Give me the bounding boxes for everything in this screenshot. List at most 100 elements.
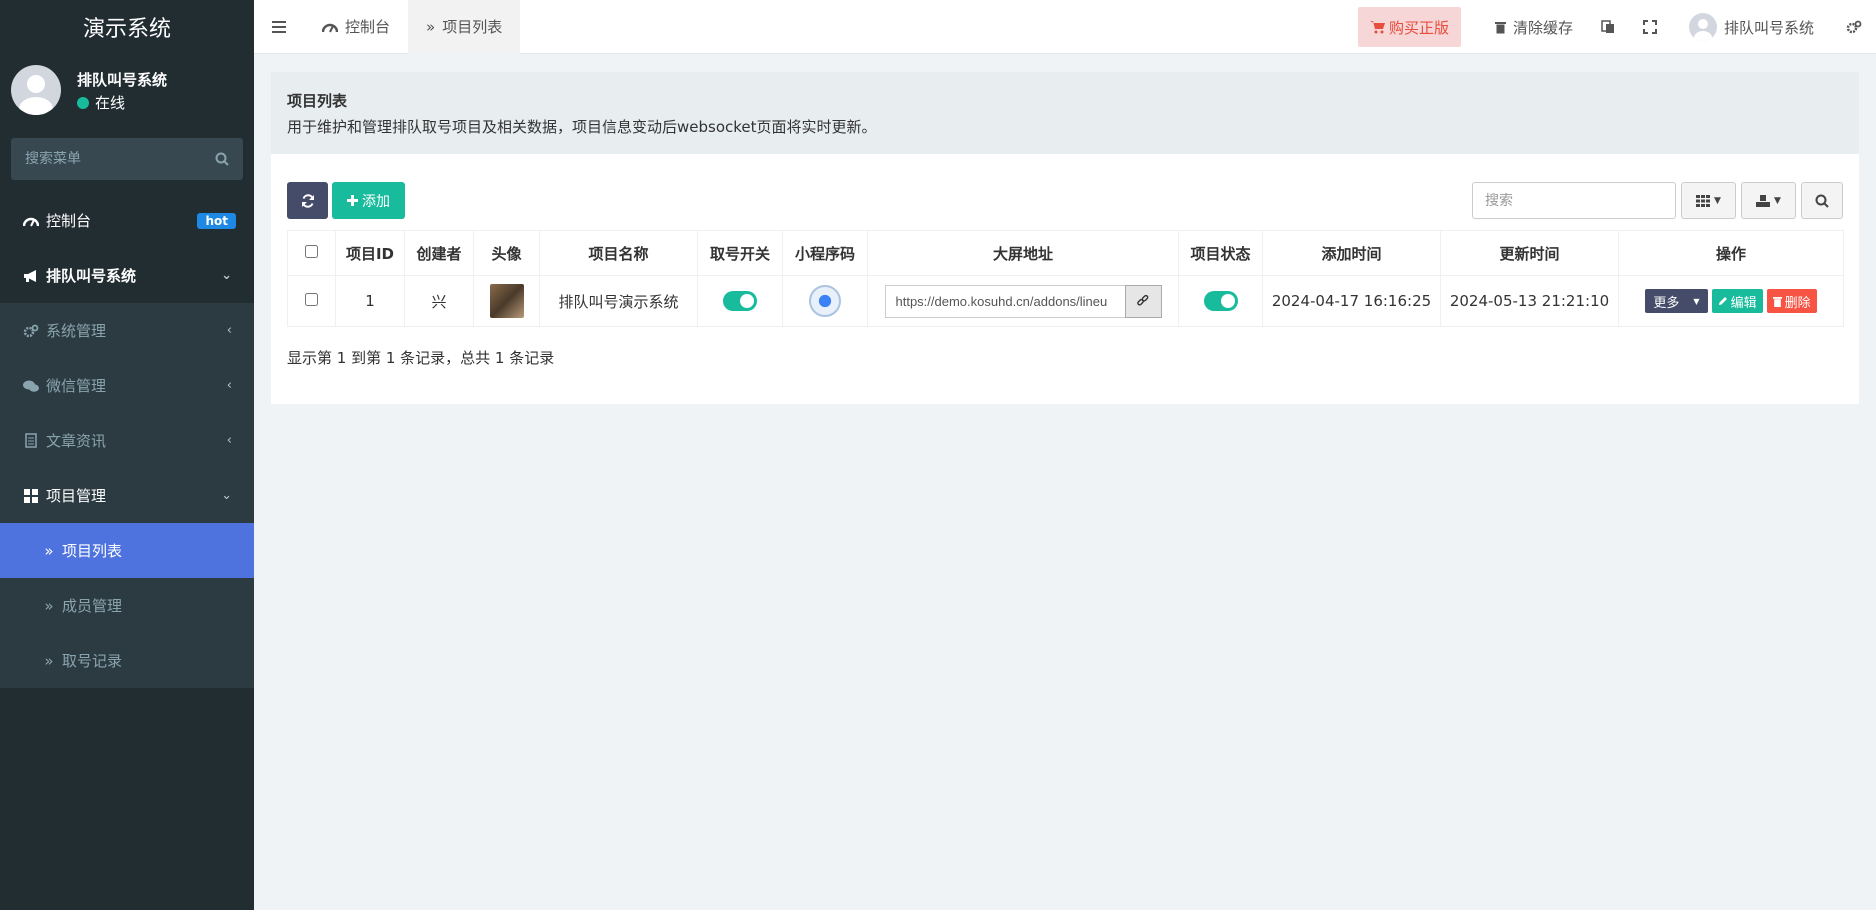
export-button[interactable]: ▼	[1741, 182, 1796, 219]
table-search-input[interactable]	[1472, 182, 1676, 219]
row-checkbox[interactable]	[305, 293, 318, 306]
sidebar-item-dashboard[interactable]: 控制台 hot	[0, 193, 254, 248]
column-header: 操作	[1618, 230, 1844, 276]
double-angle-right-icon: »	[44, 541, 54, 560]
sidebar-item-queue-system[interactable]: 排队叫号系统 ⌄	[0, 248, 254, 303]
column-header[interactable]: 创建者	[404, 230, 474, 276]
column-header[interactable]: 头像	[473, 230, 540, 276]
double-angle-right-icon: »	[426, 17, 436, 36]
page-title: 项目列表	[287, 92, 348, 110]
clear-cache-button[interactable]: 清除缓存	[1481, 0, 1587, 54]
column-header[interactable]: 小程序码	[782, 230, 868, 276]
project-name: 排队叫号演示系统	[539, 275, 698, 327]
delete-label: 删除	[1784, 295, 1811, 311]
sidebar-item-project-list[interactable]: » 项目列表	[0, 523, 254, 578]
table-row: 1 兴 排队叫号演示系统 https://demo.kosuhd.cn/addo…	[287, 275, 1844, 327]
delete-button[interactable]: 删除	[1766, 289, 1817, 313]
app-logo[interactable]: 演示系统	[0, 0, 254, 54]
comments-icon	[20, 379, 42, 393]
sidebar-item-label: 取号记录	[62, 652, 123, 670]
dashboard-icon	[20, 214, 42, 228]
sidebar-item-members[interactable]: » 成员管理	[0, 578, 254, 633]
tab-dashboard[interactable]: 控制台	[304, 0, 408, 54]
topbar-right: 购买正版 清除缓存 排队叫号系统	[1357, 0, 1876, 54]
advanced-search-button[interactable]	[1801, 182, 1843, 219]
shopping-cart-icon	[1369, 20, 1385, 34]
ticket-switch-cell	[697, 275, 783, 327]
sidebar-item-label: 控制台	[46, 212, 92, 230]
tab-label: 控制台	[345, 18, 391, 36]
chevron-down-icon: ⌄	[221, 268, 232, 283]
column-header[interactable]: 取号开关	[697, 230, 783, 276]
sidebar-item-label: 文章资讯	[46, 432, 107, 450]
sidebar-item-wechat[interactable]: 微信管理 ‹	[0, 358, 254, 413]
project-status-toggle[interactable]	[1203, 291, 1238, 311]
sidebar-item-label: 成员管理	[62, 597, 123, 615]
trash-icon	[1772, 296, 1782, 307]
user-status-label: 在线	[95, 94, 126, 112]
column-header[interactable]: 添加时间	[1262, 230, 1441, 276]
creator: 兴	[404, 275, 474, 327]
settings-button[interactable]	[1832, 0, 1876, 54]
user-menu-label: 排队叫号系统	[1723, 18, 1814, 37]
chevron-left-icon: ‹	[226, 323, 232, 338]
tab-project-list[interactable]: » 项目列表	[408, 0, 521, 54]
menu-toggle-button[interactable]	[254, 0, 304, 54]
fullscreen-button[interactable]	[1629, 0, 1671, 54]
refresh-button[interactable]	[287, 182, 328, 219]
caret-down-icon: ▼	[1714, 195, 1721, 206]
edit-button[interactable]: 编辑	[1711, 289, 1763, 313]
sidebar-item-label: 系统管理	[46, 322, 107, 340]
update-time: 2024-05-13 21:21:10	[1440, 275, 1619, 327]
select-all-checkbox[interactable]	[305, 245, 318, 258]
main-content: 项目列表 用于维护和管理排队取号项目及相关数据，项目信息变动后websocket…	[271, 72, 1859, 404]
search-icon[interactable]	[215, 152, 229, 166]
language-icon	[1601, 20, 1615, 34]
sidebar-item-articles[interactable]: 文章资讯 ‹	[0, 413, 254, 468]
row-actions: 更多 ▼ 编辑 删除	[1645, 289, 1817, 313]
double-angle-right-icon: »	[44, 651, 54, 670]
miniprogram-qr-image[interactable]	[809, 285, 841, 317]
more-label: 更多	[1653, 295, 1680, 311]
open-link-button[interactable]	[1124, 284, 1162, 318]
sidebar-search[interactable]	[11, 138, 243, 180]
ticket-switch-toggle[interactable]	[723, 291, 757, 311]
avatar	[1688, 13, 1717, 41]
sidebar-item-label: 项目管理	[46, 487, 107, 505]
add-button[interactable]: 添加	[332, 182, 405, 219]
windows-icon	[20, 488, 42, 503]
buy-label: 购买正版	[1388, 18, 1449, 37]
submenu-queue-system: 系统管理 ‹ 微信管理 ‹ 文章资讯 ‹ 项目管理 ⌄ » 项目列表 » 成员管…	[0, 303, 254, 688]
columns-toggle-button[interactable]: ▼	[1681, 182, 1736, 219]
table-header-row: 项目ID 创建者 头像 项目名称 取号开关 小程序码 大屏地址 项目状态 添加时…	[287, 230, 1844, 276]
actions-cell: 更多 ▼ 编辑 删除	[1618, 275, 1844, 327]
user-menu[interactable]: 排队叫号系统	[1671, 0, 1832, 54]
buy-button[interactable]: 购买正版	[1357, 7, 1461, 47]
language-button[interactable]	[1587, 0, 1629, 54]
tab-label: 项目列表	[442, 18, 503, 36]
user-name: 排队叫号系统	[77, 71, 168, 89]
sidebar-item-label: 微信管理	[46, 377, 107, 395]
screen-url-input[interactable]	[884, 284, 1125, 318]
column-header[interactable]: 项目ID	[335, 230, 405, 276]
column-header[interactable]: 大屏地址	[867, 230, 1179, 276]
caret-down-icon: ▼	[1774, 195, 1781, 206]
refresh-icon	[301, 193, 315, 208]
gears-icon	[20, 324, 42, 338]
bars-icon	[272, 20, 286, 33]
select-all-cell	[287, 230, 336, 276]
sidebar-item-ticket-records[interactable]: » 取号记录	[0, 633, 254, 688]
sidebar-item-project-management[interactable]: 项目管理 ⌄	[0, 468, 254, 523]
sidebar-item-system[interactable]: 系统管理 ‹	[0, 303, 254, 358]
project-avatar-image[interactable]	[489, 284, 524, 318]
sidebar-menu: 控制台 hot 排队叫号系统 ⌄ 系统管理 ‹ 微信管理 ‹ 文章资讯 ‹ 项目…	[0, 193, 254, 688]
sidebar-search-input[interactable]	[25, 151, 215, 167]
pagination-info: 显示第 1 到第 1 条记录，总共 1 条记录	[287, 349, 555, 367]
column-header[interactable]: 项目名称	[539, 230, 698, 276]
column-header[interactable]: 更新时间	[1440, 230, 1619, 276]
column-header[interactable]: 项目状态	[1178, 230, 1263, 276]
more-button[interactable]: 更多 ▼	[1645, 289, 1708, 313]
sidebar-item-label: 排队叫号系统	[46, 267, 137, 285]
project-table: 项目ID 创建者 头像 项目名称 取号开关 小程序码 大屏地址 项目状态 添加时…	[287, 230, 1844, 327]
edit-label: 编辑	[1730, 295, 1757, 311]
